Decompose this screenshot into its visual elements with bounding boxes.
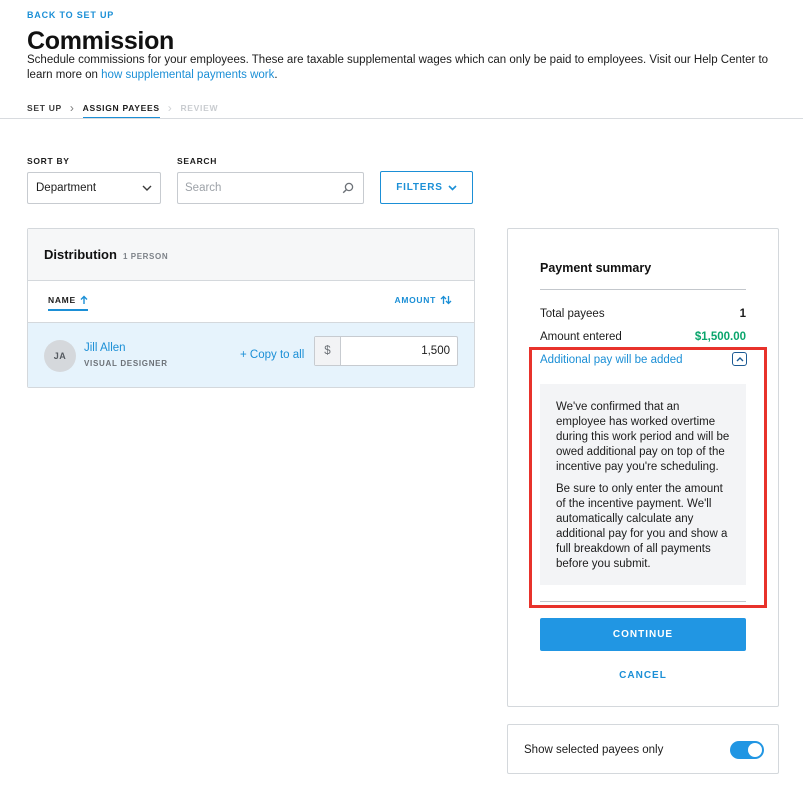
arrow-up-icon — [80, 295, 88, 304]
step-breadcrumb: SET UP › ASSIGN PAYEES › REVIEW — [27, 101, 219, 119]
header-divider — [0, 118, 803, 119]
amount-input-field[interactable]: $ 1,500 — [314, 336, 458, 366]
avatar: JA — [44, 340, 76, 372]
search-field[interactable] — [177, 172, 364, 204]
distribution-header: Distribution 1 PERSON — [28, 229, 474, 281]
page-description: Schedule commissions for your employees.… — [27, 53, 777, 83]
payment-summary-card: Payment summary Total payees 1 Amount en… — [507, 228, 779, 707]
cancel-button[interactable]: CANCEL — [540, 670, 746, 681]
payee-row: JA Jill Allen VISUAL DESIGNER + Copy to … — [28, 323, 474, 387]
search-label: SEARCH — [177, 156, 218, 166]
chevron-down-icon — [448, 184, 457, 191]
distribution-count: 1 PERSON — [122, 251, 169, 261]
info-paragraph-2: Be sure to only enter the amount of the … — [556, 483, 728, 570]
chevron-down-icon — [142, 185, 152, 191]
sort-arrows-icon — [440, 295, 452, 305]
filters-label: FILTERS — [396, 182, 443, 193]
distribution-title: Distribution — [44, 247, 117, 262]
filters-button[interactable]: FILTERS — [380, 171, 473, 204]
sort-by-value: Department — [36, 182, 97, 194]
chevron-up-icon — [736, 356, 743, 361]
amount-column-header[interactable]: AMOUNT — [395, 295, 453, 305]
additional-pay-toggle-link[interactable]: Additional pay will be added — [540, 354, 683, 366]
chevron-right-icon: › — [69, 101, 75, 115]
step-assign-payees[interactable]: ASSIGN PAYEES — [82, 103, 160, 119]
total-payees-value: 1 — [739, 308, 746, 320]
page-title: Commission — [27, 27, 175, 55]
total-payees-label: Total payees — [540, 308, 605, 320]
continue-button[interactable]: CONTINUE — [540, 618, 746, 651]
show-selected-toggle[interactable] — [730, 741, 764, 759]
show-selected-card: Show selected payees only — [507, 724, 779, 774]
description-end: . — [274, 69, 278, 81]
chevron-right-icon: › — [167, 101, 173, 115]
collapse-button[interactable] — [732, 352, 747, 366]
payee-name-link[interactable]: Jill Allen — [84, 342, 126, 354]
name-column-header[interactable]: NAME — [48, 295, 88, 311]
amount-entered-label: Amount entered — [540, 331, 622, 343]
sort-by-label: SORT BY — [27, 156, 70, 166]
summary-divider — [540, 601, 746, 602]
additional-pay-info: We've confirmed that an employee has wor… — [540, 384, 746, 585]
back-to-setup-link[interactable]: BACK TO SET UP — [27, 10, 114, 20]
name-column-label: NAME — [48, 295, 76, 305]
search-input[interactable] — [178, 182, 342, 194]
distribution-card: Distribution 1 PERSON NAME AMOUNT JA Jil… — [27, 228, 475, 388]
amount-entered-value: $1,500.00 — [694, 331, 746, 343]
sort-by-select[interactable]: Department — [27, 172, 161, 204]
total-payees-row: Total payees 1 — [540, 308, 746, 320]
copy-to-all-button[interactable]: + Copy to all — [240, 349, 304, 361]
summary-divider — [540, 289, 746, 290]
step-review: REVIEW — [180, 103, 219, 113]
amount-entered-row: Amount entered $1,500.00 — [540, 331, 746, 343]
help-center-link[interactable]: how supplemental payments work — [101, 69, 274, 81]
currency-prefix: $ — [315, 337, 341, 365]
payee-role: VISUAL DESIGNER — [84, 359, 168, 368]
info-paragraph-1: We've confirmed that an employee has wor… — [556, 401, 730, 473]
toggle-knob — [748, 743, 762, 757]
show-selected-label: Show selected payees only — [524, 744, 664, 756]
amount-column-label: AMOUNT — [394, 295, 436, 305]
step-set-up[interactable]: SET UP — [27, 103, 62, 113]
amount-input[interactable]: 1,500 — [341, 337, 457, 365]
column-header-row: NAME AMOUNT — [28, 281, 474, 323]
search-icon[interactable] — [342, 182, 354, 194]
payment-summary-title: Payment summary — [540, 261, 652, 275]
